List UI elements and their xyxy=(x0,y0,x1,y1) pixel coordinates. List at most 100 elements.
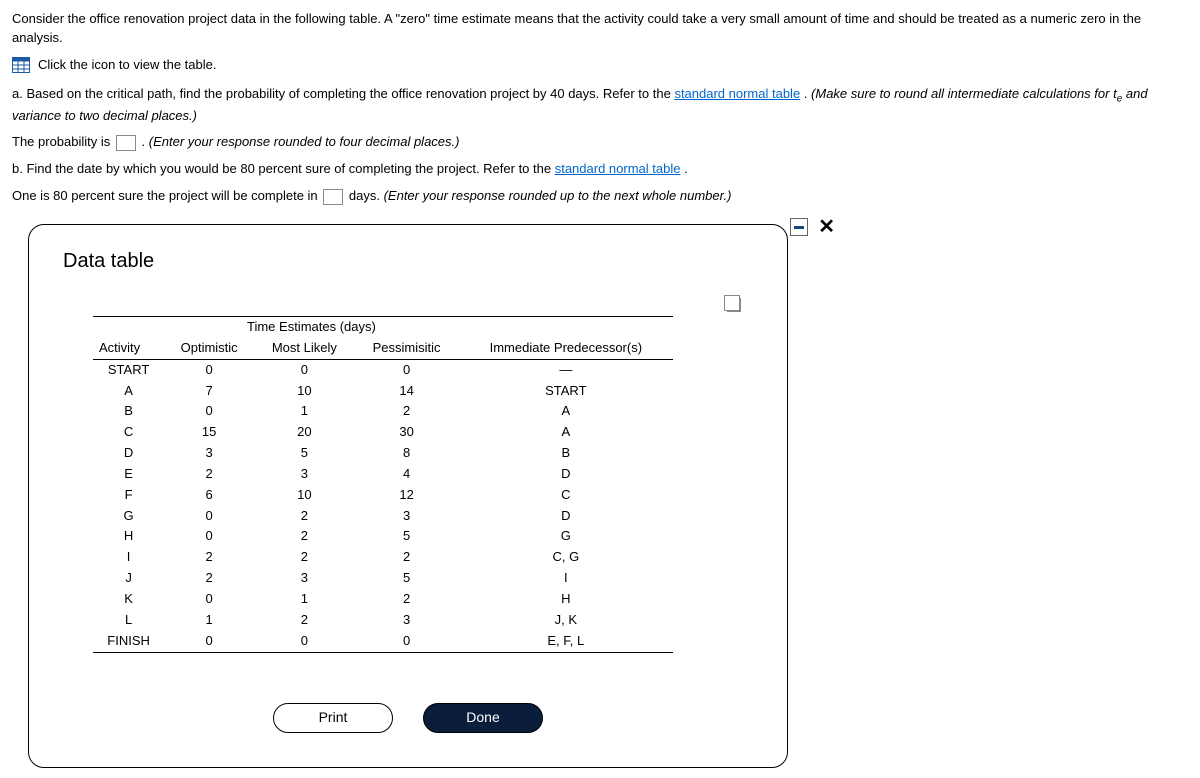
cell-activity: I xyxy=(93,547,164,568)
cell-pes: 30 xyxy=(355,422,459,443)
intro-line-1: Consider the office renovation project d… xyxy=(12,10,1188,48)
cell-activity: START xyxy=(93,359,164,380)
cell-activity: G xyxy=(93,506,164,527)
cell-pes: 8 xyxy=(355,443,459,464)
group-header: Time Estimates (days) xyxy=(164,317,458,338)
cell-opt: 2 xyxy=(164,464,254,485)
cell-pred: D xyxy=(459,506,673,527)
cell-activity: J xyxy=(93,568,164,589)
part-a-answer-trail: . xyxy=(142,134,149,149)
cell-ml: 0 xyxy=(254,631,354,652)
cell-activity: C xyxy=(93,422,164,443)
part-b-answer-line: One is 80 percent sure the project will … xyxy=(12,187,1188,206)
col-pessimistic: Pessimisitic xyxy=(355,338,459,359)
part-a-answer-hint: (Enter your response rounded to four dec… xyxy=(149,134,460,149)
table-icon[interactable] xyxy=(12,57,30,73)
table-row: START000— xyxy=(93,359,673,380)
standard-normal-link-b[interactable]: standard normal table xyxy=(555,161,681,176)
print-button[interactable]: Print xyxy=(273,703,393,733)
cell-opt: 0 xyxy=(164,631,254,652)
cell-ml: 1 xyxy=(254,401,354,422)
table-row: F61012C xyxy=(93,485,673,506)
copy-icon[interactable] xyxy=(727,298,741,312)
data-table-modal: ✕ Data table Time Estimates (days) Activ… xyxy=(28,224,788,768)
cell-pes: 14 xyxy=(355,381,459,402)
table-row: E234D xyxy=(93,464,673,485)
table-row: A71014START xyxy=(93,381,673,402)
cell-pes: 0 xyxy=(355,359,459,380)
cell-ml: 1 xyxy=(254,589,354,610)
table-row: L123J, K xyxy=(93,610,673,631)
cell-ml: 20 xyxy=(254,422,354,443)
cell-activity: K xyxy=(93,589,164,610)
cell-activity: B xyxy=(93,401,164,422)
cell-opt: 6 xyxy=(164,485,254,506)
days-input[interactable] xyxy=(323,189,343,205)
part-b-answer-hint: (Enter your response rounded up to the n… xyxy=(384,188,732,203)
cell-pred: C xyxy=(459,485,673,506)
part-b-pre: b. Find the date by which you would be 8… xyxy=(12,161,555,176)
cell-activity: D xyxy=(93,443,164,464)
col-activity: Activity xyxy=(93,338,164,359)
cell-activity: L xyxy=(93,610,164,631)
col-optimistic: Optimistic xyxy=(164,338,254,359)
table-row: I222C, G xyxy=(93,547,673,568)
cell-pred: I xyxy=(459,568,673,589)
cell-ml: 5 xyxy=(254,443,354,464)
cell-ml: 3 xyxy=(254,568,354,589)
table-row: K012H xyxy=(93,589,673,610)
part-a-prefix: a. Based on the critical path, find the … xyxy=(12,86,674,101)
cell-ml: 2 xyxy=(254,547,354,568)
part-a-prompt: a. Based on the critical path, find the … xyxy=(12,85,1188,126)
part-a-answer-line: The probability is . (Enter your respons… xyxy=(12,133,1188,152)
cell-pes: 3 xyxy=(355,610,459,631)
data-table: Time Estimates (days) Activity Optimisti… xyxy=(93,316,673,653)
minimize-icon[interactable] xyxy=(790,218,808,236)
cell-opt: 0 xyxy=(164,401,254,422)
probability-input[interactable] xyxy=(116,135,136,151)
cell-opt: 0 xyxy=(164,506,254,527)
cell-opt: 0 xyxy=(164,359,254,380)
cell-pred: G xyxy=(459,526,673,547)
cell-activity: H xyxy=(93,526,164,547)
cell-pred: D xyxy=(459,464,673,485)
col-mostlikely: Most Likely xyxy=(254,338,354,359)
cell-opt: 0 xyxy=(164,526,254,547)
close-icon[interactable]: ✕ xyxy=(818,217,835,237)
table-row: D358B xyxy=(93,443,673,464)
cell-ml: 10 xyxy=(254,381,354,402)
cell-activity: F xyxy=(93,485,164,506)
cell-pes: 5 xyxy=(355,526,459,547)
table-row: C152030A xyxy=(93,422,673,443)
cell-pes: 2 xyxy=(355,589,459,610)
cell-ml: 2 xyxy=(254,610,354,631)
cell-pred: H xyxy=(459,589,673,610)
part-b-post: . xyxy=(684,161,688,176)
cell-pred: START xyxy=(459,381,673,402)
cell-pes: 12 xyxy=(355,485,459,506)
cell-pes: 4 xyxy=(355,464,459,485)
part-b-answer-lead: One is 80 percent sure the project will … xyxy=(12,188,321,203)
cell-opt: 1 xyxy=(164,610,254,631)
table-row: J235I xyxy=(93,568,673,589)
modal-title: Data table xyxy=(63,247,753,276)
table-row: G023D xyxy=(93,506,673,527)
cell-pes: 3 xyxy=(355,506,459,527)
cell-pred: E, F, L xyxy=(459,631,673,652)
standard-normal-link-a[interactable]: standard normal table xyxy=(674,86,800,101)
cell-pred: J, K xyxy=(459,610,673,631)
cell-pred: A xyxy=(459,422,673,443)
cell-opt: 2 xyxy=(164,547,254,568)
done-button[interactable]: Done xyxy=(423,703,543,733)
col-predecessor: Immediate Predecessor(s) xyxy=(459,338,673,359)
part-b-answer-mid: days. xyxy=(349,188,384,203)
part-a-answer-lead: The probability is xyxy=(12,134,114,149)
cell-pred: — xyxy=(459,359,673,380)
table-row: FINISH000E, F, L xyxy=(93,631,673,652)
cell-pred: A xyxy=(459,401,673,422)
part-b-prompt: b. Find the date by which you would be 8… xyxy=(12,160,1188,179)
cell-ml: 10 xyxy=(254,485,354,506)
cell-pred: C, G xyxy=(459,547,673,568)
cell-opt: 0 xyxy=(164,589,254,610)
view-table-label: Click the icon to view the table. xyxy=(38,56,216,75)
